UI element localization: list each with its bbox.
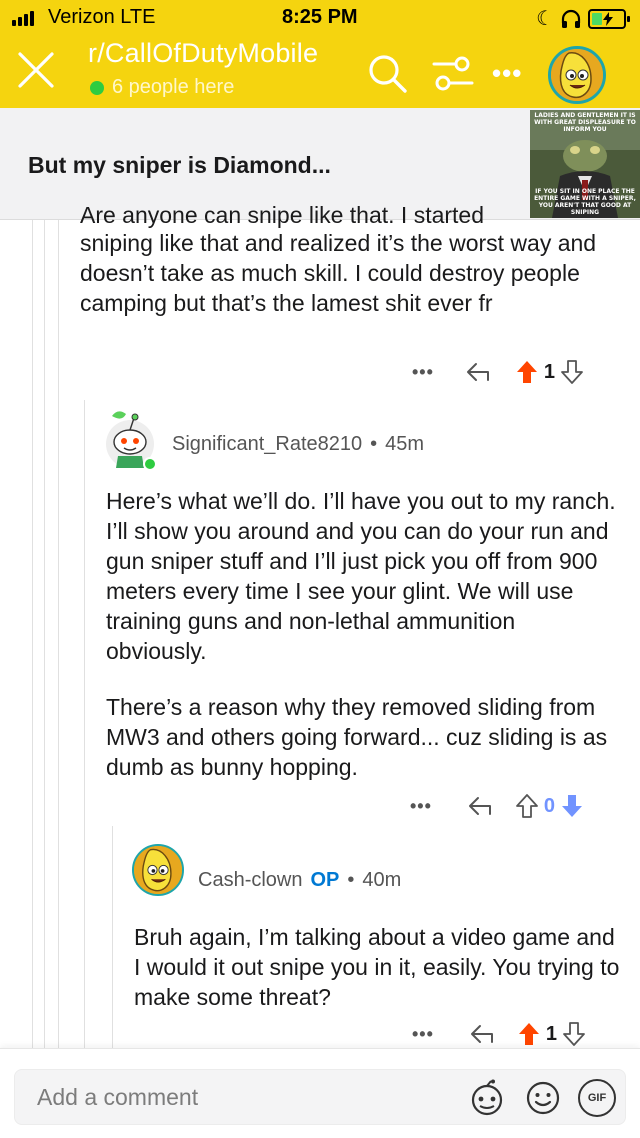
thumbnail-caption-top: Ladies and gentlemen it is with great di… — [534, 112, 636, 133]
upvote-icon[interactable] — [518, 1022, 540, 1046]
post-thumbnail[interactable]: Ladies and gentlemen it is with great di… — [530, 110, 640, 218]
more-options-button[interactable]: ••• — [492, 58, 522, 89]
online-count: 6 people here — [112, 76, 235, 98]
reply-icon[interactable] — [464, 360, 492, 384]
comment-meta: Cash-clown OP • 40m — [198, 869, 401, 892]
subreddit-name[interactable]: r/CallOfDutyMobile — [88, 38, 318, 69]
upvote-icon[interactable] — [516, 794, 538, 818]
avatar[interactable] — [132, 844, 184, 896]
banana-avatar-icon — [134, 846, 182, 894]
comment-body: sniping like that and realized it’s the … — [80, 230, 597, 316]
thumbnail-caption-bottom: If you sit in one place the entire game … — [534, 188, 636, 216]
comment-age: 40m — [362, 869, 402, 891]
comment-body: Here’s what we’ll do. I’ll have you out … — [106, 488, 616, 664]
comment-more-button[interactable]: ••• — [412, 1024, 434, 1045]
comment-more-button[interactable]: ••• — [412, 362, 434, 383]
meta-separator: • — [370, 433, 378, 455]
vote-count: 1 — [543, 360, 556, 383]
avatar[interactable] — [104, 408, 160, 472]
comment-actions: ••• 1 — [412, 1022, 585, 1046]
emoji-icon[interactable] — [524, 1079, 562, 1117]
comment-author[interactable]: Cash-clown — [198, 869, 302, 892]
clock: 8:25 PM — [282, 6, 358, 28]
filter-icon[interactable] — [430, 54, 476, 94]
comment-actions: ••• 0 — [410, 794, 583, 818]
downvote-icon[interactable] — [563, 1022, 585, 1046]
comment-partial-line: Are anyone can snipe like that. I starte… — [80, 202, 485, 228]
reply-icon[interactable] — [466, 794, 494, 818]
vote-count: 0 — [543, 794, 556, 817]
post-title[interactable]: But my sniper is Diamond... — [28, 152, 331, 179]
op-badge: OP — [310, 869, 340, 891]
thread-line — [84, 400, 85, 1048]
upvote-icon[interactable] — [516, 360, 538, 384]
gif-button[interactable]: GIF — [578, 1079, 616, 1117]
comment-more-button[interactable]: ••• — [410, 796, 432, 817]
reply-icon[interactable] — [468, 1022, 496, 1046]
subreddit-header: Verizon LTE 8:25 PM ☾ r/CallOfDutyMobile… — [0, 0, 640, 108]
online-dot-icon — [90, 80, 104, 95]
comment-body: There’s a reason why they removed slidin… — [106, 694, 608, 780]
downvote-icon[interactable] — [561, 360, 583, 384]
comment-body: Bruh again, I’m talking about a video ga… — [134, 924, 620, 1010]
carrier-label: Verizon LTE — [48, 6, 156, 28]
thread-line — [44, 220, 45, 1048]
search-icon[interactable] — [366, 52, 408, 94]
comment-actions: ••• 1 — [412, 360, 583, 384]
vote-count: 1 — [545, 1022, 558, 1045]
downvote-icon[interactable] — [561, 794, 583, 818]
battery-icon — [588, 8, 630, 29]
status-bar: Verizon LTE 8:25 PM ☾ — [0, 0, 640, 36]
user-avatar[interactable] — [548, 46, 606, 104]
snoo-emote-icon[interactable] — [468, 1079, 506, 1117]
thread-line — [58, 220, 59, 1048]
snoo-avatar-icon — [106, 411, 157, 471]
home-indicator — [0, 1134, 640, 1138]
comment-meta: Significant_Rate8210 • 45m — [172, 433, 424, 456]
headphones-icon — [561, 9, 581, 28]
moon-icon: ☾ — [536, 8, 554, 30]
signal-icon — [12, 11, 34, 26]
close-icon[interactable] — [14, 48, 58, 92]
comment-age: 45m — [385, 433, 425, 455]
comment-author[interactable]: Significant_Rate8210 — [172, 433, 362, 456]
comment-composer: GIF — [0, 1048, 640, 1138]
online-indicator: 6 people here — [90, 76, 234, 99]
meta-separator: • — [347, 869, 355, 891]
thread-line — [32, 220, 33, 1048]
banana-avatar-icon — [551, 49, 603, 101]
status-icons: ☾ — [536, 6, 630, 31]
thread-line — [112, 826, 113, 1048]
